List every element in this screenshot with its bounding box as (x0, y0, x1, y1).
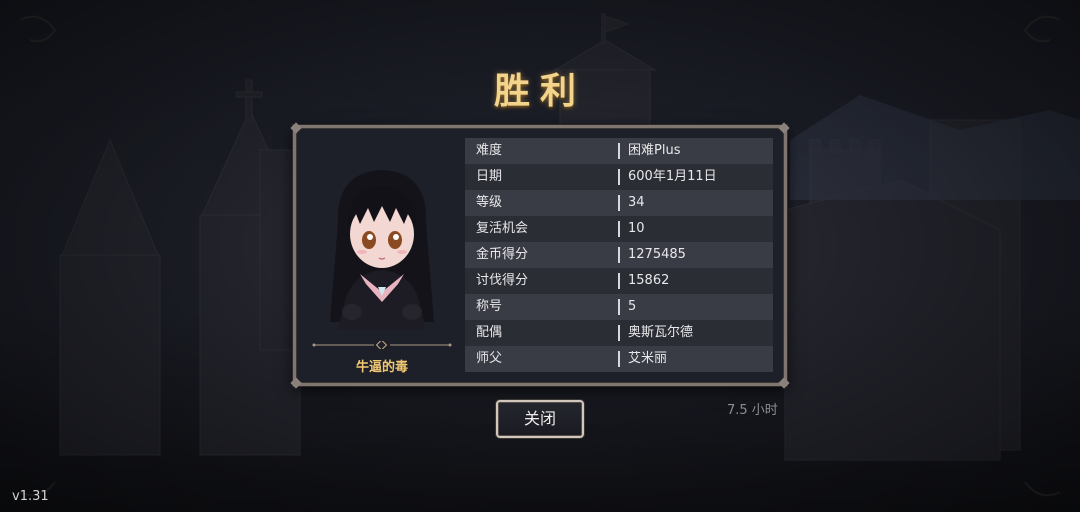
row-separator (618, 299, 620, 315)
panel-corner-ornament (778, 377, 790, 389)
character-name: 牛逼的毒 (355, 360, 408, 375)
stat-value: 1275485 (628, 247, 686, 262)
stat-value: 5 (628, 299, 637, 314)
play-time: 7.5 小时 (727, 403, 778, 418)
stat-row-revive-chances: 复活机会 10 (465, 216, 773, 242)
stat-value: 15862 (628, 273, 670, 288)
row-separator (618, 247, 620, 263)
stat-row-gold-score: 金币得分 1275485 (465, 242, 773, 268)
stat-label: 师父 (476, 351, 503, 366)
panel-corner-ornament (778, 122, 790, 134)
stat-label: 复活机会 (476, 221, 529, 236)
stat-label: 难度 (476, 143, 503, 158)
row-separator (618, 325, 620, 341)
stat-value: 600年1月11日 (628, 169, 717, 184)
close-button[interactable]: 关闭 (496, 400, 584, 438)
panel-corner-ornament (290, 377, 302, 389)
stat-row-subjugation-score: 讨伐得分 15862 (465, 268, 773, 294)
stat-value: 困难Plus (628, 143, 681, 158)
character-portrait-area: 牛逼的毒 (304, 136, 460, 375)
row-separator (618, 143, 620, 159)
stat-value: 艾米丽 (628, 351, 668, 366)
stat-label: 配偶 (476, 325, 503, 340)
row-separator (618, 351, 620, 367)
victory-title: 胜利 (493, 71, 586, 112)
stat-row-spouse: 配偶 奥斯瓦尔德 (465, 320, 773, 346)
stat-row-difficulty: 难度 困难Plus (465, 138, 773, 164)
stat-value: 34 (628, 195, 645, 210)
stat-label: 称号 (476, 299, 503, 314)
stat-row-master: 师父 艾米丽 (465, 346, 773, 372)
result-panel: 牛逼的毒 难度 困难Plus 日期 600年1月11日 等级 34 复活机会 1… (290, 122, 790, 389)
stat-row-date: 日期 600年1月11日 (465, 164, 773, 190)
row-separator (618, 169, 620, 185)
stat-label: 日期 (476, 169, 503, 184)
stat-label: 讨伐得分 (476, 273, 529, 288)
stat-row-titles: 称号 5 (465, 294, 773, 320)
row-separator (618, 195, 620, 211)
version-label: v1.31 (12, 489, 49, 504)
stats-table: 难度 困难Plus 日期 600年1月11日 等级 34 复活机会 10 金币得… (465, 138, 773, 372)
stat-value: 奥斯瓦尔德 (628, 325, 694, 340)
row-separator (618, 221, 620, 237)
name-divider-ornament (312, 341, 452, 349)
stat-value: 10 (628, 221, 645, 236)
stat-label: 金币得分 (476, 247, 529, 262)
panel-corner-ornament (290, 122, 302, 134)
stat-row-level: 等级 34 (465, 190, 773, 216)
stat-label: 等级 (476, 195, 503, 210)
row-separator (618, 273, 620, 289)
character-portrait (330, 170, 434, 330)
